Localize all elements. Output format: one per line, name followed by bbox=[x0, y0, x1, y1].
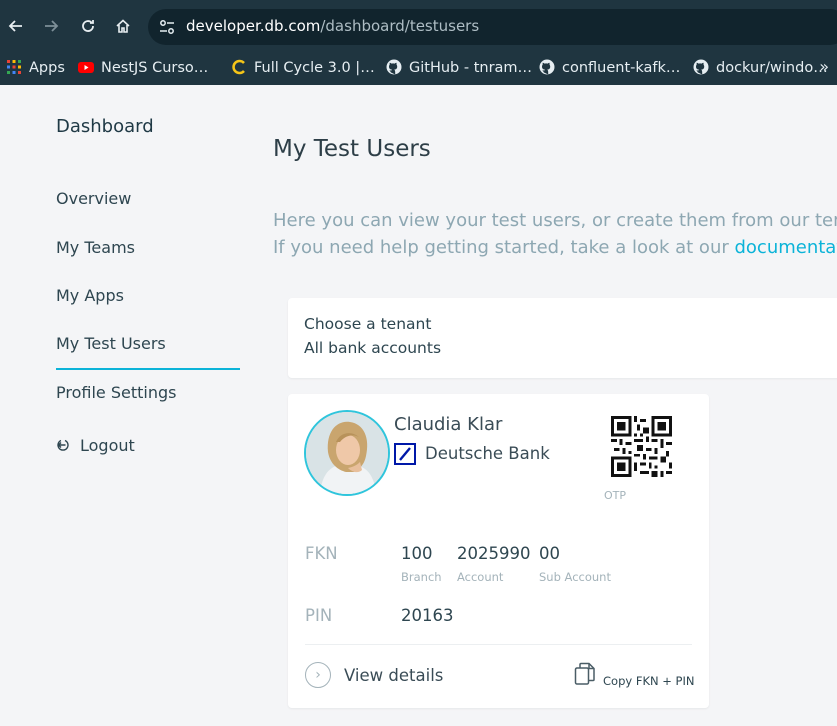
back-button[interactable] bbox=[4, 14, 28, 38]
sidebar-item-my-teams[interactable]: My Teams bbox=[56, 236, 135, 260]
forward-button[interactable] bbox=[39, 14, 63, 38]
sub-account-value: 00 bbox=[539, 544, 560, 563]
branch-label: Branch bbox=[401, 570, 442, 584]
avatar bbox=[304, 410, 390, 496]
logout-icon bbox=[57, 439, 69, 451]
avatar-photo bbox=[306, 412, 388, 494]
bookmarks-bar: Apps NestJS Curso… Full Cycle 3.0 |… Git… bbox=[0, 51, 837, 85]
bookmark-label: GitHub - tnram… bbox=[409, 60, 533, 76]
intro-line-2-text: If you need help getting started, take a… bbox=[273, 237, 735, 258]
reload-icon bbox=[82, 20, 94, 32]
active-item-indicator bbox=[56, 368, 240, 370]
sidebar-item-profile-settings[interactable]: Profile Settings bbox=[56, 381, 176, 405]
bank-name: Deutsche Bank bbox=[425, 444, 550, 463]
site-settings-icon[interactable] bbox=[158, 18, 176, 36]
arrow-right-icon bbox=[45, 20, 59, 32]
url-host: developer.db.com bbox=[186, 17, 321, 35]
bookmark-label: Full Cycle 3.0 |… bbox=[254, 60, 375, 76]
arrow-left-icon bbox=[8, 20, 22, 32]
logout-link[interactable]: Logout bbox=[56, 434, 135, 458]
otp-qr-code[interactable] bbox=[611, 416, 672, 477]
chevron-right-icon[interactable]: › bbox=[305, 662, 331, 688]
bookmark-confluent-kafka[interactable]: confluent-kafk… bbox=[539, 57, 680, 79]
account-label: Account bbox=[457, 570, 504, 584]
sidebar-title: Dashboard bbox=[56, 116, 154, 137]
bookmark-dockur[interactable]: dockur/windo… bbox=[693, 57, 828, 79]
page-title: My Test Users bbox=[273, 136, 431, 162]
github-icon bbox=[539, 59, 555, 75]
github-icon bbox=[693, 59, 709, 75]
pin-label: PIN bbox=[305, 606, 333, 625]
tenant-value: All bank accounts bbox=[304, 339, 442, 357]
sidebar-item-my-test-users[interactable]: My Test Users bbox=[56, 332, 166, 356]
documentation-link[interactable]: documentati bbox=[734, 237, 837, 258]
bookmark-label: Apps bbox=[29, 60, 65, 76]
copy-icon[interactable] bbox=[574, 662, 596, 686]
bookmark-fullcycle[interactable]: Full Cycle 3.0 |… bbox=[231, 57, 375, 79]
deutsche-bank-logo bbox=[394, 443, 416, 465]
test-user-card: Claudia Klar Deutsche Bank OTP FKN 100 B… bbox=[288, 394, 709, 708]
github-icon bbox=[386, 59, 402, 75]
account-value: 2025990 bbox=[457, 544, 531, 563]
copy-fkn-pin-button[interactable]: Copy FKN + PIN bbox=[603, 674, 694, 688]
branch-value: 100 bbox=[401, 544, 433, 563]
user-name: Claudia Klar bbox=[394, 414, 503, 435]
home-button[interactable] bbox=[111, 14, 135, 38]
logout-label: Logout bbox=[80, 436, 135, 455]
bookmark-label: dockur/windo… bbox=[716, 60, 828, 76]
intro-line-1: Here you can view your test users, or cr… bbox=[273, 210, 837, 231]
apps-grid-icon bbox=[7, 60, 21, 74]
sidebar-item-my-apps[interactable]: My Apps bbox=[56, 284, 124, 308]
url-text[interactable]: developer.db.com/dashboard/testusers bbox=[186, 17, 479, 35]
sub-account-label: Sub Account bbox=[539, 570, 611, 584]
bookmark-apps[interactable]: Apps bbox=[6, 57, 65, 79]
bookmark-label: confluent-kafk… bbox=[562, 60, 681, 76]
tenant-selector[interactable]: Choose a tenant All bank accounts bbox=[288, 298, 837, 378]
otp-label: OTP bbox=[604, 489, 627, 502]
bookmarks-overflow-button[interactable]: » bbox=[819, 57, 829, 76]
view-details-link[interactable]: View details bbox=[344, 666, 443, 685]
bookmark-label: NestJS Curso… bbox=[101, 60, 209, 76]
bookmark-github-tnram[interactable]: GitHub - tnram… bbox=[386, 57, 532, 79]
url-path: /dashboard/testusers bbox=[320, 17, 480, 35]
sidebar-item-overview[interactable]: Overview bbox=[56, 187, 131, 211]
fullcycle-icon bbox=[232, 59, 245, 75]
browser-toolbar: developer.db.com/dashboard/testusers bbox=[0, 0, 837, 51]
tenant-label: Choose a tenant bbox=[304, 315, 432, 333]
intro-line-2: If you need help getting started, take a… bbox=[273, 234, 837, 261]
reload-button[interactable] bbox=[76, 14, 100, 38]
pin-value: 20163 bbox=[401, 606, 454, 625]
intro-text: Here you can view your test users, or cr… bbox=[273, 207, 837, 261]
card-divider bbox=[305, 644, 692, 645]
bookmark-nestjs[interactable]: NestJS Curso… bbox=[78, 57, 208, 79]
fkn-label: FKN bbox=[305, 544, 338, 563]
youtube-icon bbox=[78, 62, 94, 73]
home-icon bbox=[116, 19, 130, 33]
address-bar[interactable]: developer.db.com/dashboard/testusers bbox=[148, 9, 837, 45]
